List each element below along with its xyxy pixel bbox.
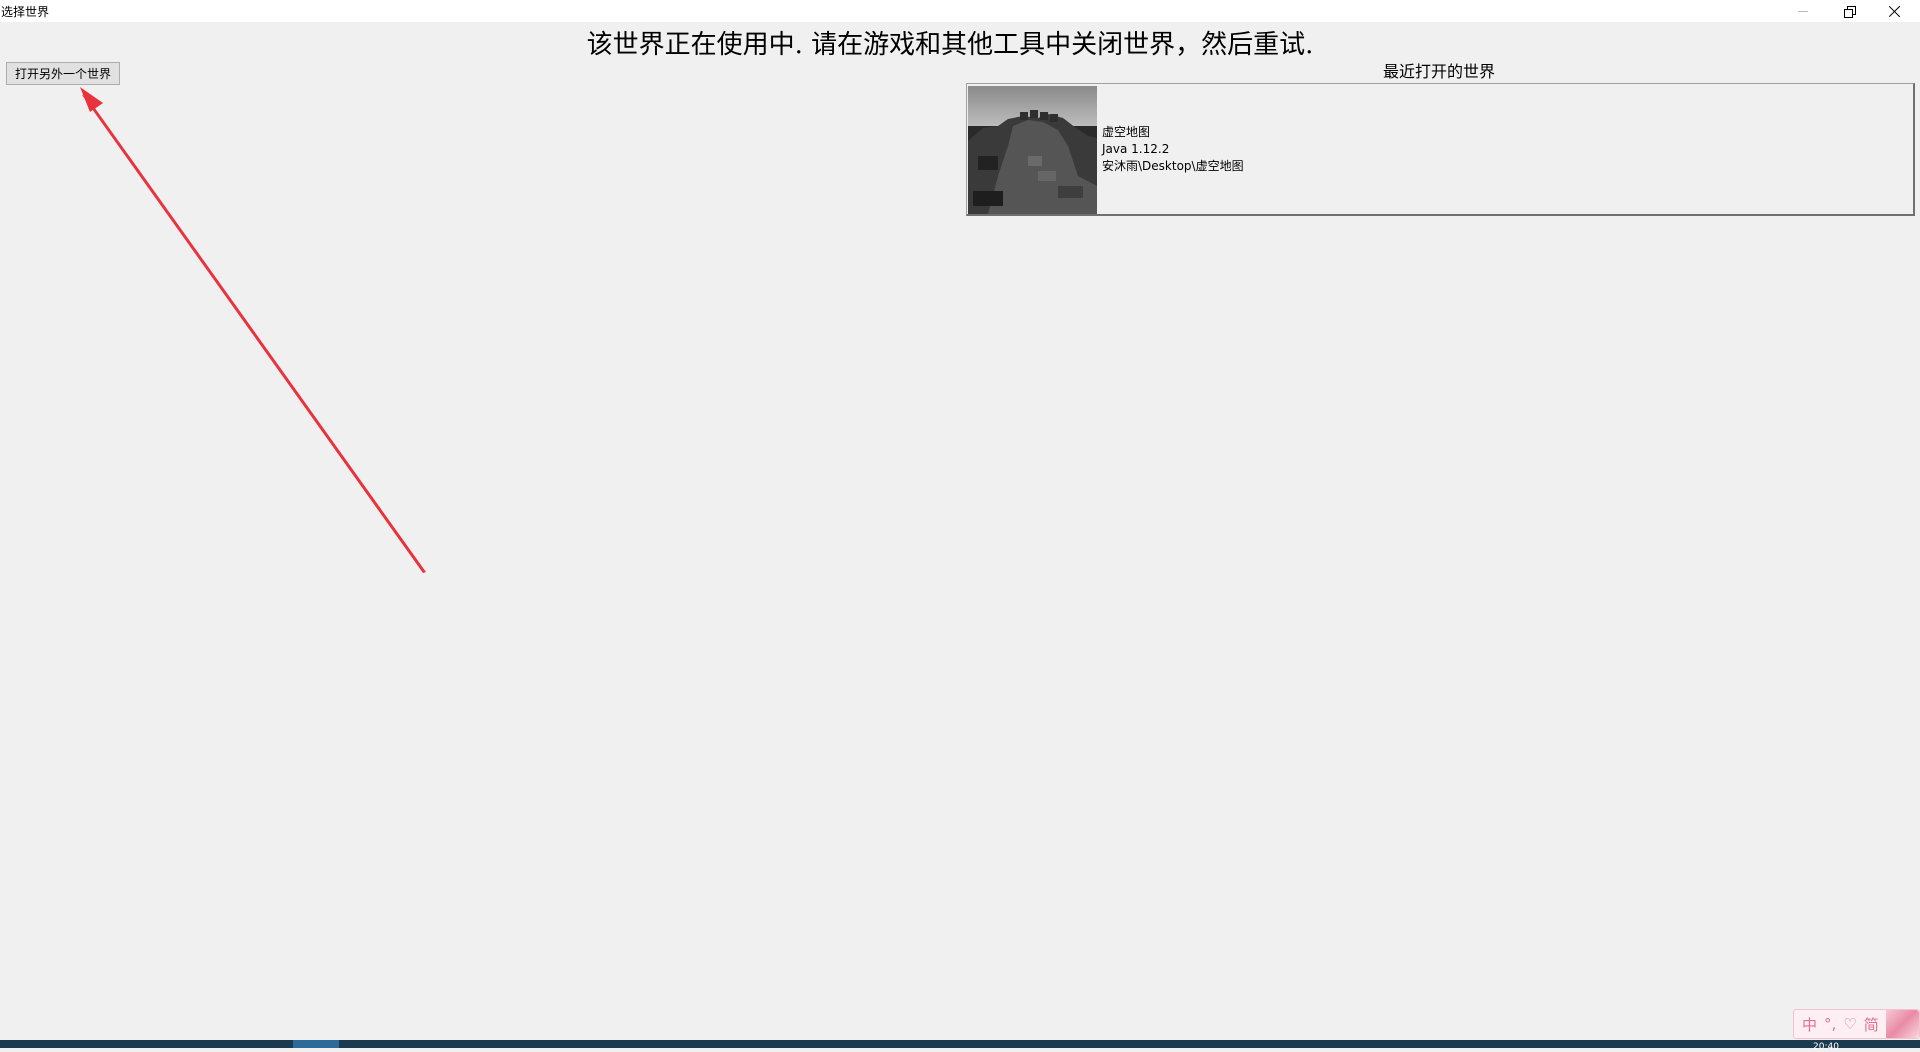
- world-thumbnail: [968, 86, 1097, 214]
- world-version: Java 1.12.2: [1102, 142, 1170, 156]
- minimize-icon: [1798, 10, 1808, 12]
- ime-mode-toggle[interactable]: 中: [1802, 1014, 1817, 1035]
- ime-heart-icon[interactable]: ♡: [1843, 1015, 1856, 1033]
- ime-punctuation-toggle[interactable]: °,: [1824, 1015, 1836, 1033]
- taskbar-clock[interactable]: 20:40: [1813, 1042, 1839, 1052]
- world-path: 安沐雨\Desktop\虚空地图: [1102, 159, 1244, 173]
- close-button[interactable]: [1872, 0, 1918, 22]
- world-in-use-message: 该世界正在使用中. 请在游戏和其他工具中关闭世界，然后重试.: [586, 30, 1314, 60]
- recent-world-item[interactable]: 虚空地图 Java 1.12.2 安沐雨\Desktop\虚空地图: [966, 83, 1915, 216]
- recent-worlds-heading: 最近打开的世界: [1382, 62, 1495, 81]
- taskbar-active-app[interactable]: [293, 1040, 339, 1048]
- open-other-world-button[interactable]: 打开另外一个世界: [6, 62, 120, 85]
- world-details: 虚空地图 Java 1.12.2 安沐雨\Desktop\虚空地图: [1102, 124, 1244, 175]
- close-icon: [1889, 5, 1901, 17]
- restore-icon: [1843, 5, 1856, 18]
- ime-skin-decoration: [1885, 1010, 1919, 1038]
- restore-button[interactable]: [1826, 0, 1872, 22]
- world-name: 虚空地图: [1102, 125, 1151, 139]
- ime-simplified-toggle[interactable]: 简: [1864, 1014, 1879, 1035]
- select-world-window: 选择世界 该世界正在使用中. 请在游戏和其他工具中关闭世界，然后重试. 打开另外…: [0, 0, 1920, 1040]
- window-title: 选择世界: [1, 5, 50, 19]
- taskbar: [0, 1040, 1920, 1048]
- title-bar[interactable]: 选择世界: [0, 0, 1920, 22]
- ime-toolbar[interactable]: 中 °, ♡ 简: [1793, 1009, 1920, 1039]
- minimize-button[interactable]: [1780, 0, 1826, 22]
